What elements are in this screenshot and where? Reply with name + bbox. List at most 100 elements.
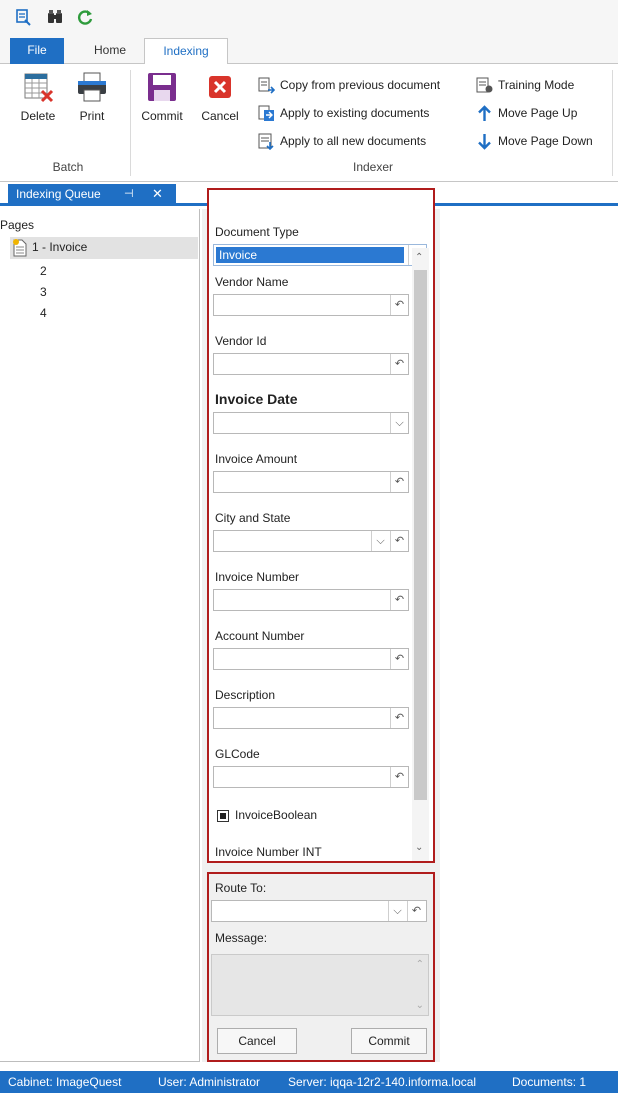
- refresh-icon[interactable]: [76, 8, 94, 26]
- invoice-amount-label: Invoice Amount: [215, 452, 298, 466]
- scan-icon[interactable]: [14, 8, 32, 26]
- apply-new-button[interactable]: Apply to all new documents: [258, 130, 468, 152]
- commit-button[interactable]: Commit: [138, 70, 186, 126]
- cancel-ribbon-label: Cancel: [201, 109, 239, 123]
- apply-new-icon: [258, 133, 274, 150]
- vendor-id-label: Vendor Id: [215, 334, 267, 348]
- invoice-date-input[interactable]: ⌵: [213, 412, 409, 434]
- scroll-up-icon[interactable]: ⌃: [415, 252, 423, 263]
- document-type-group: Invoice ⌵: [209, 224, 433, 274]
- cancel-button[interactable]: Cancel: [217, 1028, 297, 1054]
- arrow-down-icon: [478, 134, 491, 150]
- training-mode-icon: [476, 77, 493, 93]
- apply-new-label: Apply to all new documents: [280, 134, 427, 148]
- account-number-input[interactable]: ↶: [213, 648, 409, 670]
- batch-group-label: Batch: [52, 160, 84, 174]
- reset-icon[interactable]: ↶: [390, 649, 408, 669]
- scroll-down-icon[interactable]: ⌄: [416, 1000, 424, 1011]
- cancel-ribbon-button[interactable]: Cancel: [196, 70, 244, 126]
- reset-icon[interactable]: ↶: [390, 767, 408, 787]
- invoice-number-int-label: Invoice Number INT: [215, 845, 322, 859]
- invoice-number-label: Invoice Number: [215, 570, 300, 584]
- reset-icon[interactable]: ↶: [390, 295, 408, 315]
- close-icon[interactable]: ✕: [152, 184, 163, 204]
- chevron-down-icon[interactable]: ⌵: [390, 413, 408, 433]
- print-button[interactable]: Print: [68, 70, 116, 126]
- invoice-date-label: Invoice Date: [215, 391, 298, 407]
- arrow-up-icon: [478, 105, 491, 121]
- delete-button[interactable]: Delete: [14, 70, 62, 126]
- print-label: Print: [79, 109, 105, 123]
- route-to-select[interactable]: ⌵ ↶: [211, 900, 427, 922]
- page-item-3[interactable]: 3: [40, 284, 47, 300]
- ribbon: Delete Print Batch Commit Cancel Copy fr…: [0, 64, 618, 182]
- page-item-1[interactable]: 1 - Invoice: [10, 237, 198, 259]
- chevron-down-icon[interactable]: ⌵: [388, 901, 406, 921]
- vendor-name-input[interactable]: ↶: [213, 294, 409, 316]
- indexing-queue-tab[interactable]: Indexing Queue ⊣ ✕: [8, 184, 176, 204]
- pin-icon[interactable]: ⊣: [124, 184, 134, 204]
- reset-icon[interactable]: ↶: [390, 472, 408, 492]
- floppy-disk-icon: [148, 73, 176, 101]
- tab-file[interactable]: File: [10, 38, 64, 64]
- delete-icon: [24, 73, 54, 103]
- commit-route-button[interactable]: Commit: [351, 1028, 427, 1054]
- binoculars-icon[interactable]: [46, 8, 64, 26]
- message-textarea[interactable]: ⌃ ⌄: [211, 954, 429, 1016]
- invoice-number-input[interactable]: ↶: [213, 589, 409, 611]
- indexer-group-label: Indexer: [352, 160, 394, 174]
- chevron-down-icon[interactable]: ⌵: [371, 531, 389, 551]
- page-item-2[interactable]: 2: [40, 263, 47, 279]
- status-documents: Documents: 1: [512, 1075, 587, 1089]
- scroll-down-icon[interactable]: ⌄: [415, 842, 423, 853]
- group-divider: [130, 70, 131, 176]
- vendor-name-label: Vendor Name: [215, 275, 289, 289]
- page-item-4[interactable]: 4: [40, 305, 47, 321]
- move-page-down-label: Move Page Down: [498, 134, 593, 148]
- status-server: Server: iqqa-12r2-140.informa.local: [288, 1075, 477, 1089]
- ribbon-tab-bar: File Home Indexing: [0, 38, 618, 65]
- training-mode-button[interactable]: Training Mode: [476, 74, 606, 96]
- reset-icon[interactable]: ↶: [390, 531, 408, 551]
- cancel-x-icon: [209, 76, 231, 98]
- glcode-label: GLCode: [215, 747, 260, 761]
- pages-header: Pages: [0, 218, 35, 232]
- document-type-value: Invoice: [216, 247, 404, 263]
- document-type-select[interactable]: Invoice ⌵: [213, 244, 427, 266]
- quick-access-toolbar: [0, 0, 618, 38]
- reset-icon[interactable]: ↶: [407, 901, 425, 921]
- delete-label: Delete: [20, 109, 56, 123]
- scroll-up-icon[interactable]: ⌃: [416, 959, 424, 970]
- route-to-label: Route To:: [215, 881, 267, 895]
- status-user: User: Administrator: [158, 1075, 261, 1089]
- copy-from-previous-label: Copy from previous document: [280, 78, 441, 92]
- tab-indexing[interactable]: Indexing: [144, 38, 228, 65]
- city-state-input[interactable]: ⌵ ↶: [213, 530, 409, 552]
- invoice-boolean-checkbox[interactable]: [217, 810, 229, 822]
- description-label: Description: [215, 688, 276, 702]
- commit-label: Commit: [141, 109, 183, 123]
- description-input[interactable]: ↶: [213, 707, 409, 729]
- tab-home[interactable]: Home: [80, 38, 140, 64]
- route-panel: Route To: ⌵ ↶ Message: ⌃ ⌄ Cancel Commit: [207, 872, 435, 1062]
- training-mode-label: Training Mode: [498, 78, 575, 92]
- reset-icon[interactable]: ↶: [390, 354, 408, 374]
- vendor-id-input[interactable]: ↶: [213, 353, 409, 375]
- move-page-down-button[interactable]: Move Page Down: [476, 130, 606, 152]
- message-label: Message:: [215, 931, 268, 945]
- reset-icon[interactable]: ↶: [390, 590, 408, 610]
- move-page-up-label: Move Page Up: [498, 106, 578, 120]
- apply-existing-button[interactable]: Apply to existing documents: [258, 102, 468, 124]
- scroll-thumb[interactable]: [414, 270, 427, 800]
- group-divider: [612, 70, 613, 176]
- fields-scrollbar[interactable]: ⌃ ⌄: [412, 248, 429, 861]
- printer-icon: [78, 72, 106, 102]
- copy-from-previous-button[interactable]: Copy from previous document: [258, 74, 468, 96]
- invoice-amount-input[interactable]: ↶: [213, 471, 409, 493]
- document-icon: [13, 239, 27, 257]
- apply-existing-label: Apply to existing documents: [280, 106, 430, 120]
- glcode-input[interactable]: ↶: [213, 766, 409, 788]
- reset-icon[interactable]: ↶: [390, 708, 408, 728]
- move-page-up-button[interactable]: Move Page Up: [476, 102, 606, 124]
- account-number-label: Account Number: [215, 629, 305, 643]
